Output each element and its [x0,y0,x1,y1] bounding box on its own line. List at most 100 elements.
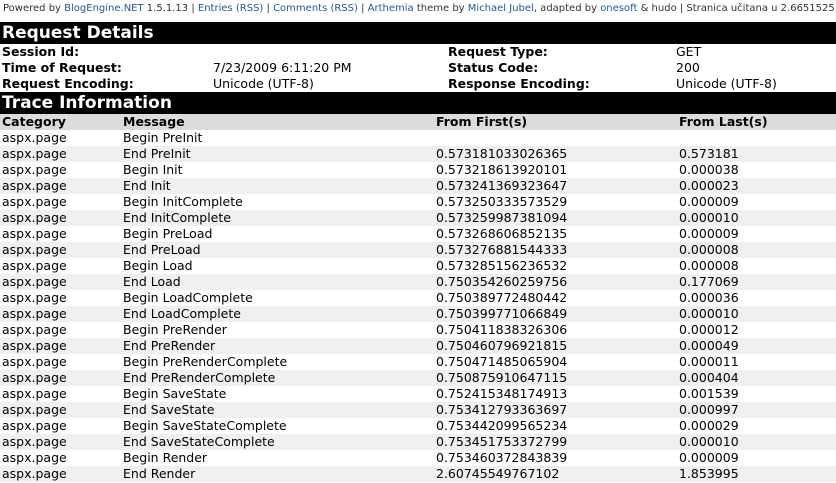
cell-from-last: 0.177069 [677,274,836,290]
powered-by-text: Powered by [3,3,65,14]
trace-row: aspx.page Begin Load 0.573285156236532 0.00… [0,258,836,274]
cell-category: aspx.page [0,370,121,386]
trace-row: aspx.page Begin Init 0.573218613920101 0.00… [0,162,836,178]
cell-category: aspx.page [2,226,67,241]
entries-rss-link[interactable]: Entries (RSS) [198,3,263,14]
trace-row: aspx.page Begin Render 0.753460372843839 0.… [0,450,836,466]
cell-from-last: 0.000036 [679,290,739,305]
cell-category: aspx.page [2,450,67,465]
trace-row: aspx.page End PreInit 0.573181033026365 0.5… [0,146,836,162]
cell-message: End LoadComplete [121,306,434,322]
cell-category: aspx.page [2,290,67,305]
details-row: Request Encoding: Unicode (UTF-8) Respon… [0,76,836,92]
status-code-value: 200 [676,60,700,75]
details-row: Session Id: Request Type: GET [0,44,836,60]
cell-from-first: 0.750411838326306 [436,322,568,337]
cell-category: aspx.page [0,434,121,450]
adapter-link[interactable]: onesoft [600,3,637,14]
cell-message: End PreRenderComplete [121,370,434,386]
cell-from-first: 0.753442099565234 [436,418,568,433]
cell-from-last: 0.000023 [677,178,836,194]
cell-from-first: 0.573268606852135 [436,226,568,241]
cell-message: Begin PreInit [123,130,203,145]
trace-row: aspx.page Begin InitComplete 0.57325033357… [0,194,836,210]
cell-from-first: 0.753460372843839 [436,450,568,465]
column-header-category: Category [0,114,121,130]
cell-from-last: 0.000010 [677,434,836,450]
cell-message: Begin InitComplete [123,194,243,209]
trace-row: aspx.page Begin PreLoad 0.573268606852135 0… [0,226,836,242]
cell-category: aspx.page [0,306,121,322]
request-type-label: Request Type: [448,44,548,59]
cell-from-first: 0.573250333573529 [436,194,568,209]
cell-message: End Render [121,466,434,482]
separator: | [357,3,368,14]
cell-category: aspx.page [2,130,67,145]
trace-row: aspx.page Begin PreRenderComplete 0.750471… [0,354,836,370]
cell-from-first: 0.750471485065904 [436,354,568,369]
trace-information-heading: Trace Information [0,92,836,114]
cell-category: aspx.page [2,322,67,337]
blogengine-link[interactable]: BlogEngine.NET [64,3,143,14]
cell-category: aspx.page [0,146,121,162]
cell-message: End PreRender [121,338,434,354]
cell-from-last: 0.000029 [679,418,739,433]
cell-category: aspx.page [2,194,67,209]
cell-category: aspx.page [0,338,121,354]
trace-row: aspx.page End Render 2.60745549767102 1.853… [0,466,836,482]
trace-row: aspx.page End PreRenderComplete 0.75087591… [0,370,836,386]
cell-message: End Load [121,274,434,290]
trace-row: aspx.page Begin LoadComplete 0.75038977248… [0,290,836,306]
trace-row: aspx.page Begin PreRender 0.75041183832630… [0,322,836,338]
cell-from-first: 0.750875910647115 [434,370,677,386]
status-code-label: Status Code: [448,60,539,75]
cell-message: Begin PreLoad [123,226,213,241]
cell-from-last: 0.000404 [677,370,836,386]
cell-from-last: 0.000997 [677,402,836,418]
cell-from-first: 0.573241369323647 [434,178,677,194]
column-header-from-last: From Last(s) [677,114,836,130]
cell-message: End Init [121,178,434,194]
cell-from-first: 0.573218613920101 [436,162,568,177]
cell-category: aspx.page [2,162,67,177]
cell-from-last: 0.000038 [679,162,739,177]
cell-from-first: 0.750389772480442 [436,290,568,305]
cell-category: aspx.page [2,418,67,433]
theme-by-text: theme by [413,3,468,14]
cell-from-first: 0.750354260259756 [434,274,677,290]
cell-from-first: 0.753451753372799 [434,434,677,450]
request-details-heading: Request Details [0,22,836,44]
cell-message: Begin SaveState [123,386,227,401]
trace-table: Category Message From First(s) From Last… [0,114,836,482]
trace-row: aspx.page End PreLoad 0.573276881544333 0.0… [0,242,836,258]
trace-row: aspx.page End PreRender 0.750460796921815 0… [0,338,836,354]
cell-message: Begin Init [123,162,183,177]
time-of-request-label: Time of Request: [2,60,122,75]
comments-rss-link[interactable]: Comments (RSS) [273,3,358,14]
trace-row: aspx.page End SaveStateComplete 0.75345175… [0,434,836,450]
response-encoding-value: Unicode (UTF-8) [676,76,777,91]
cell-category: aspx.page [0,274,121,290]
cell-from-last: 0.000009 [679,226,739,241]
cell-category: aspx.page [0,210,121,226]
cell-from-last: 0.000010 [677,306,836,322]
cell-from-last: 0.000009 [679,450,739,465]
author-link[interactable]: Michael Jubel [468,3,534,14]
cell-category: aspx.page [0,178,121,194]
cell-from-first: 0.752415348174913 [436,386,568,401]
footer-tail-text: & hudo | Stranica učitana u 2.6651525 se… [640,3,836,14]
trace-body: aspx.page Begin PreInit aspx.page End PreIn… [0,130,836,482]
cell-message: Begin Load [123,258,193,273]
request-type-value: GET [676,44,702,59]
cell-from-last: 0.000009 [679,194,739,209]
cell-message: End InitComplete [121,210,434,226]
version-text: 1.5.1.13 | [143,3,198,14]
request-details-table: Session Id: Request Type: GET Time of Re… [0,44,836,92]
cell-from-first: 0.750460796921815 [434,338,677,354]
cell-from-last: 0.573181 [677,146,836,162]
session-id-value [211,44,446,60]
trace-row: aspx.page End Load 0.750354260259756 0.1770… [0,274,836,290]
theme-link[interactable]: Arthemia [368,3,414,14]
trace-row: aspx.page Begin SaveState 0.75241534817491… [0,386,836,402]
trace-row: aspx.page Begin PreInit [0,130,836,146]
